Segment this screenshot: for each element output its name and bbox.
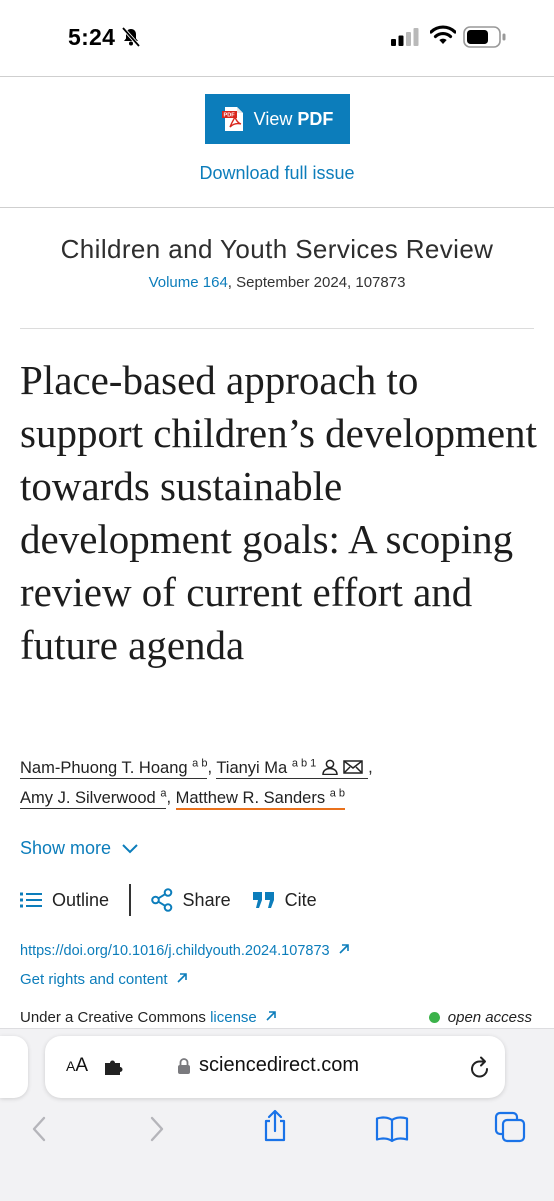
open-access-label: open access (447, 1009, 532, 1026)
reader-small-a: A (66, 1058, 76, 1074)
reader-mode-button[interactable]: AA (66, 1055, 88, 1077)
forward-icon[interactable] (149, 1116, 165, 1142)
article-toolbar: Outline Share Cite (20, 884, 317, 916)
download-full-issue-link[interactable]: Download full issue (0, 163, 554, 184)
share-icon[interactable] (260, 1109, 290, 1143)
author-name: Matthew R. Sanders (175, 788, 326, 807)
show-more-label: Show more (20, 838, 112, 858)
toolbar-divider (129, 884, 131, 916)
show-more-button[interactable]: Show more (20, 838, 139, 859)
extension-icon[interactable] (104, 1058, 124, 1076)
quote-icon (252, 892, 274, 908)
lock-icon (178, 1058, 190, 1074)
bell-slash-icon (121, 27, 141, 47)
license-line: Under a Creative Commons license (20, 1009, 277, 1026)
open-access-dot (428, 1012, 440, 1023)
author-name: Nam-Phuong T. Hoang (20, 758, 188, 777)
domain-text[interactable]: sciencedirect.com (199, 1054, 359, 1077)
divider (0, 76, 554, 77)
author-link[interactable]: Matthew R. Sanders a b (175, 787, 345, 810)
author-line-1: Nam-Phuong T. Hoang a b, Tianyi Ma a b 1… (20, 757, 373, 779)
external-arrow-icon (177, 973, 187, 983)
outline-label: Outline (52, 889, 110, 910)
status-time: 5:24 (68, 24, 116, 50)
battery-icon (463, 26, 506, 48)
share-button[interactable]: Share (150, 888, 231, 912)
rights-text: Get rights and content (20, 971, 168, 988)
reader-large-a: A (75, 1055, 89, 1076)
author-affiliation: a b (329, 787, 345, 799)
volume-line: Volume 164, September 2024, 107873 (0, 274, 554, 291)
share-nodes-icon (150, 888, 172, 912)
back-icon[interactable] (31, 1116, 47, 1142)
person-icon (322, 759, 338, 775)
view-pdf-label: View (253, 108, 293, 129)
share-label: Share (182, 889, 231, 910)
divider (20, 328, 534, 329)
journal-title[interactable]: Children and Youth Services Review (0, 234, 554, 265)
signal-icon (391, 28, 419, 46)
author-link[interactable]: Amy J. Silverwood a (20, 787, 167, 809)
author-link[interactable]: Tianyi Ma a b 1 (216, 757, 369, 779)
external-arrow-icon (339, 944, 349, 954)
external-arrow-icon (266, 1011, 276, 1021)
reload-icon[interactable] (468, 1054, 492, 1080)
book-icon[interactable] (375, 1115, 409, 1143)
license-link[interactable]: license (210, 1009, 257, 1026)
previous-tab-peek[interactable] (0, 1036, 28, 1098)
pdf-icon: PDF (221, 107, 243, 131)
issue-info: , September 2024, 107873 (227, 274, 406, 291)
author-name: Tianyi Ma (216, 758, 288, 777)
view-pdf-label-bold: PDF (297, 108, 334, 129)
cite-button[interactable]: Cite (252, 889, 317, 911)
author-line-2: Amy J. Silverwood a, Matthew R. Sanders … (20, 787, 345, 810)
doi-link[interactable]: https://doi.org/10.1016/j.childyouth.202… (20, 943, 350, 959)
author-affiliation: a b (192, 757, 208, 769)
rights-link[interactable]: Get rights and content (20, 971, 188, 988)
author-name: Amy J. Silverwood (20, 788, 156, 807)
author-link[interactable]: Nam-Phuong T. Hoang a b (20, 757, 208, 779)
outline-button[interactable]: Outline (20, 890, 109, 911)
volume-link[interactable]: Volume 164 (149, 274, 228, 291)
author-affiliation: a (160, 787, 167, 799)
doi-text: https://doi.org/10.1016/j.childyouth.202… (20, 943, 330, 959)
license-prefix: Under a Creative Commons (20, 1009, 211, 1026)
cite-label: Cite (284, 889, 317, 910)
divider (0, 207, 554, 208)
svg-text:PDF: PDF (223, 113, 235, 119)
tabs-icon[interactable] (494, 1111, 526, 1143)
chevron-down-icon (122, 843, 138, 853)
open-access-badge: open access (428, 1009, 532, 1026)
article-title: Place-based approach to support children… (20, 357, 537, 668)
list-icon (20, 892, 42, 908)
wifi-icon (430, 25, 456, 44)
mail-icon (343, 759, 364, 774)
author-affiliation: a b 1 (291, 757, 317, 769)
view-pdf-button[interactable]: PDF View PDF (205, 94, 350, 144)
